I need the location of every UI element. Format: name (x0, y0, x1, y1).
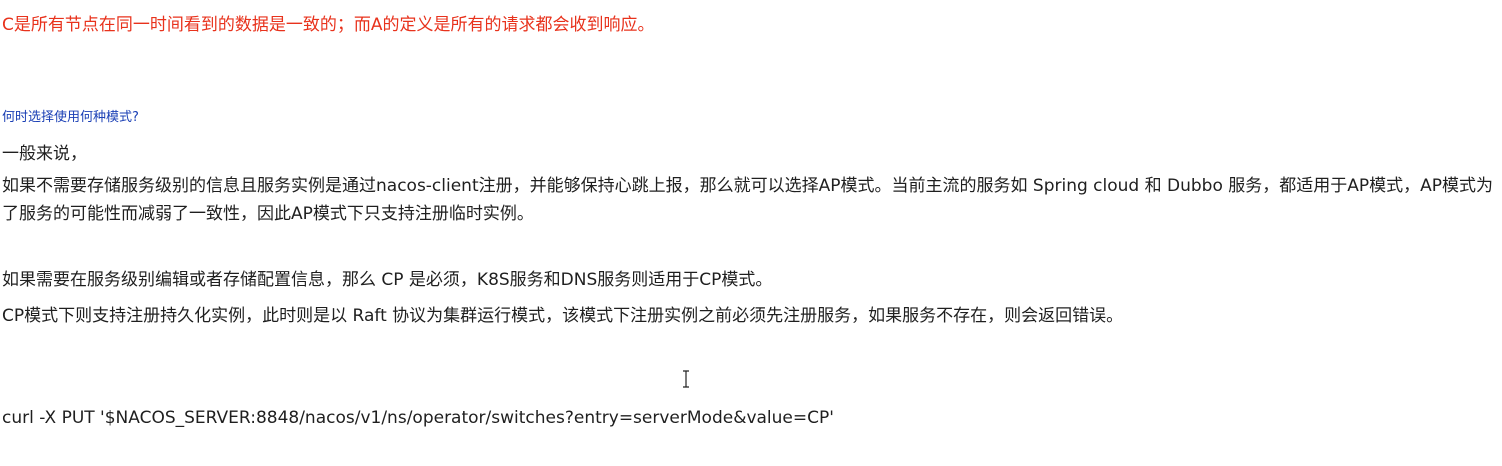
text-cursor-icon (683, 370, 689, 388)
curl-command: curl -X PUT '$NACOS_SERVER:8848/nacos/v1… (2, 408, 834, 428)
paragraph-cp-persistent: CP模式下则支持注册持久化实例，此时则是以 Raft 协议为集群运行模式，该模式… (2, 306, 1124, 326)
paragraph-intro: 一般来说， (2, 144, 87, 164)
paragraph-cp-mode: 如果需要在服务级别编辑或者存储配置信息，那么 CP 是必须，K8S服务和DNS服… (2, 270, 773, 290)
paragraph-ap-mode: 如果不需要存储服务级别的信息且服务实例是通过nacos-client注册，并能够… (2, 176, 1494, 224)
section-heading-mode-choice: 何时选择使用何种模式? (2, 110, 139, 125)
cap-definition-note: C是所有节点在同一时间看到的数据是一致的；而A的定义是所有的请求都会收到响应。 (2, 15, 655, 35)
